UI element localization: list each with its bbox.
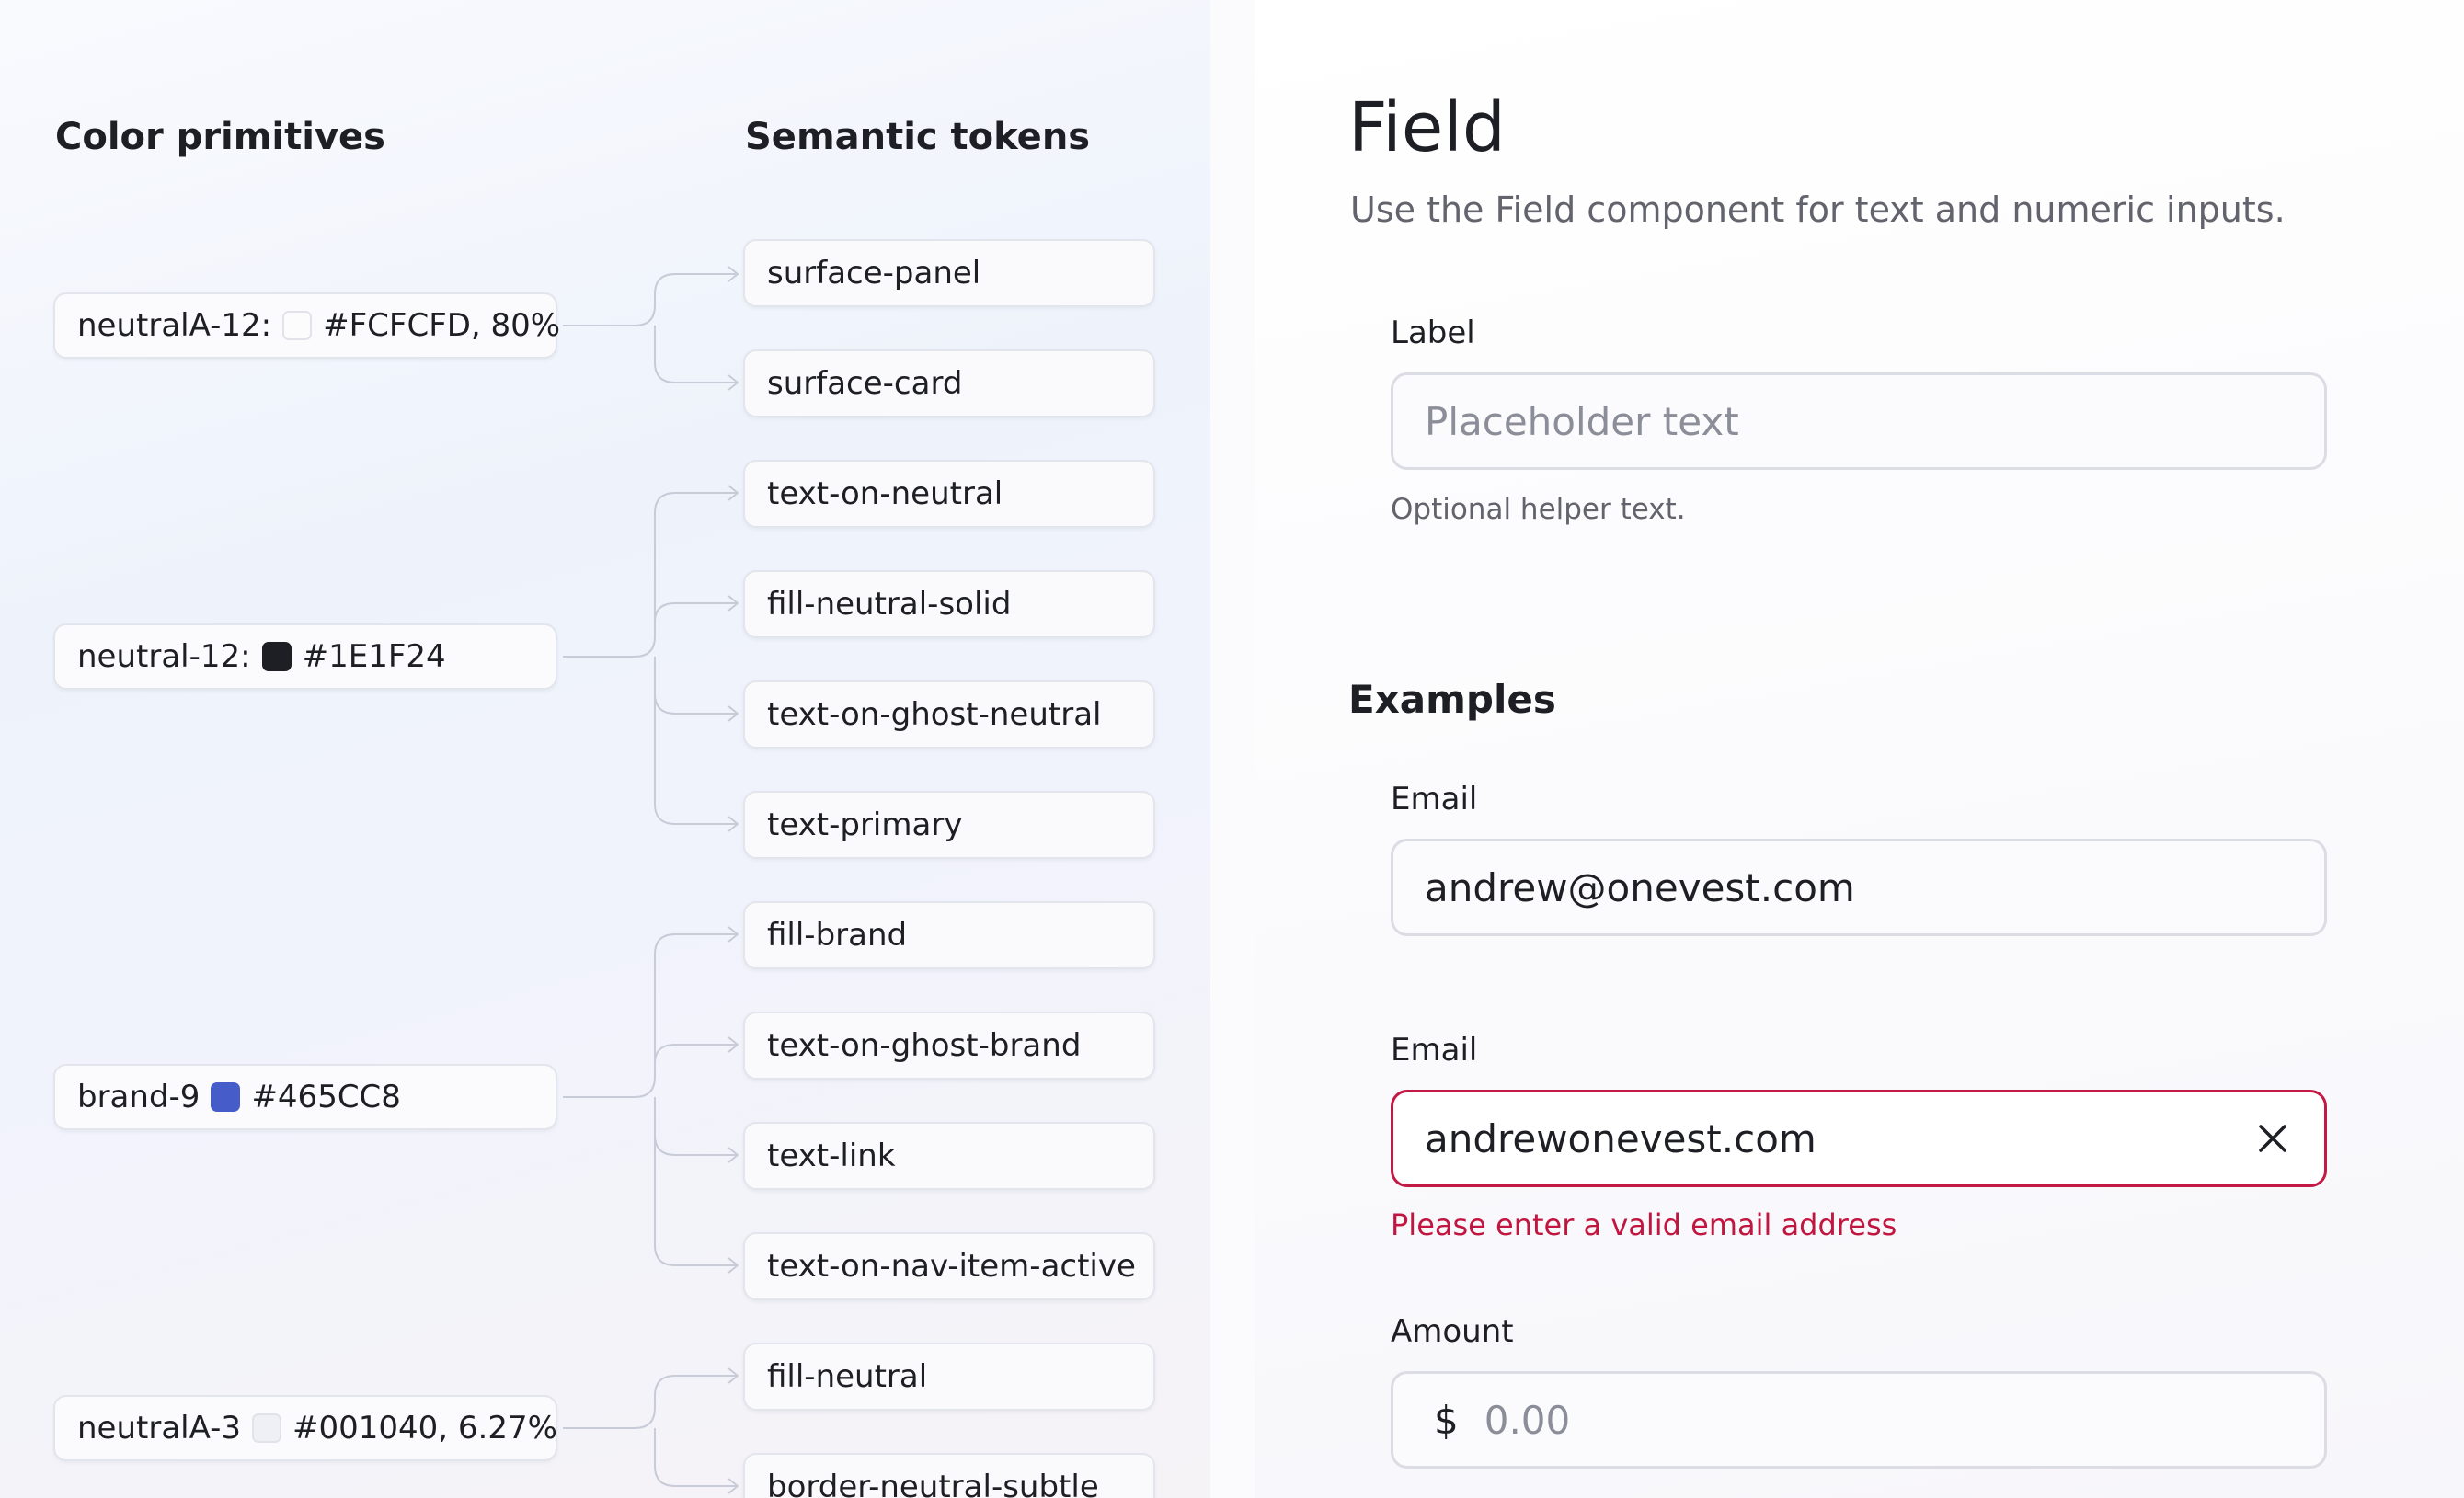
color-swatch xyxy=(211,1082,241,1112)
primitive-name: neutralA-3 xyxy=(77,1410,242,1447)
token-fill-neutral-solid: fill-neutral-solid xyxy=(743,570,1155,638)
primitive-value: #001040, 6.27% xyxy=(292,1410,557,1447)
primitive-neutralA-3: neutralA-3 #001040, 6.27% xyxy=(53,1395,557,1461)
input-value: andrew@onevest.com xyxy=(1425,864,1855,910)
token-surface-panel: surface-panel xyxy=(743,239,1155,307)
token-surface-card: surface-card xyxy=(743,349,1155,417)
tokens-heading: Semantic tokens xyxy=(745,116,1091,158)
panel-divider xyxy=(1210,0,1255,1498)
amount-field-label: Amount xyxy=(1391,1313,1514,1350)
page-title: Field xyxy=(1348,88,1506,167)
demo-text-input[interactable]: Placeholder text xyxy=(1391,372,2327,470)
primitive-value: #FCFCFD, 80% xyxy=(323,307,561,344)
primitive-neutralA-12: neutralA-12: #FCFCFD, 80% xyxy=(53,292,561,359)
page-subtitle: Use the Field component for text and num… xyxy=(1350,189,2286,230)
token-text-on-nav-item-active: text-on-nav-item-active xyxy=(743,1232,1155,1300)
primitives-heading: Color primitives xyxy=(55,116,385,158)
primitive-value: #465CC8 xyxy=(251,1079,401,1115)
token-text-on-ghost-neutral: text-on-ghost-neutral xyxy=(743,680,1155,749)
email-field-label: Email xyxy=(1391,781,1478,818)
token-fill-neutral: fill-neutral xyxy=(743,1343,1155,1411)
primitive-name: neutralA-12: xyxy=(77,307,272,344)
helper-text: Optional helper text. xyxy=(1391,493,1686,526)
field-docs-panel: Field Use the Field component for text a… xyxy=(1255,0,2464,1498)
demo-field-label: Label xyxy=(1391,314,1475,351)
primitive-value: #1E1F24 xyxy=(302,638,446,675)
examples-heading: Examples xyxy=(1348,677,1556,722)
input-value: andrewonevest.com xyxy=(1425,1115,1816,1161)
email-input[interactable]: andrew@onevest.com xyxy=(1391,839,2327,936)
token-mapping-panel: Color primitives Semantic tokens neutral… xyxy=(0,0,1210,1498)
input-placeholder: 0.00 xyxy=(1484,1397,1571,1443)
currency-prefix: $ xyxy=(1434,1397,1459,1443)
color-swatch xyxy=(282,311,313,340)
color-swatch xyxy=(252,1413,282,1443)
token-fill-brand: fill-brand xyxy=(743,901,1155,969)
input-placeholder: Placeholder text xyxy=(1425,398,1739,444)
email-error-field-label: Email xyxy=(1391,1032,1478,1069)
token-text-on-ghost-brand: text-on-ghost-brand xyxy=(743,1012,1155,1080)
email-input-invalid[interactable]: andrewonevest.com xyxy=(1391,1090,2327,1187)
color-swatch xyxy=(261,642,292,671)
primitive-name: neutral-12: xyxy=(77,638,251,675)
primitive-neutral-12: neutral-12: #1E1F24 xyxy=(53,623,557,690)
close-icon[interactable] xyxy=(2252,1118,2293,1159)
primitive-name: brand-9 xyxy=(77,1079,201,1115)
token-text-link: text-link xyxy=(743,1122,1155,1190)
token-text-primary: text-primary xyxy=(743,791,1155,859)
amount-input[interactable]: $ 0.00 xyxy=(1391,1371,2327,1469)
primitive-brand-9: brand-9 #465CC8 xyxy=(53,1064,557,1130)
token-text-on-neutral: text-on-neutral xyxy=(743,460,1155,528)
token-border-neutral-subtle: border-neutral-subtle xyxy=(743,1453,1155,1498)
email-error-message: Please enter a valid email address xyxy=(1391,1207,1897,1242)
